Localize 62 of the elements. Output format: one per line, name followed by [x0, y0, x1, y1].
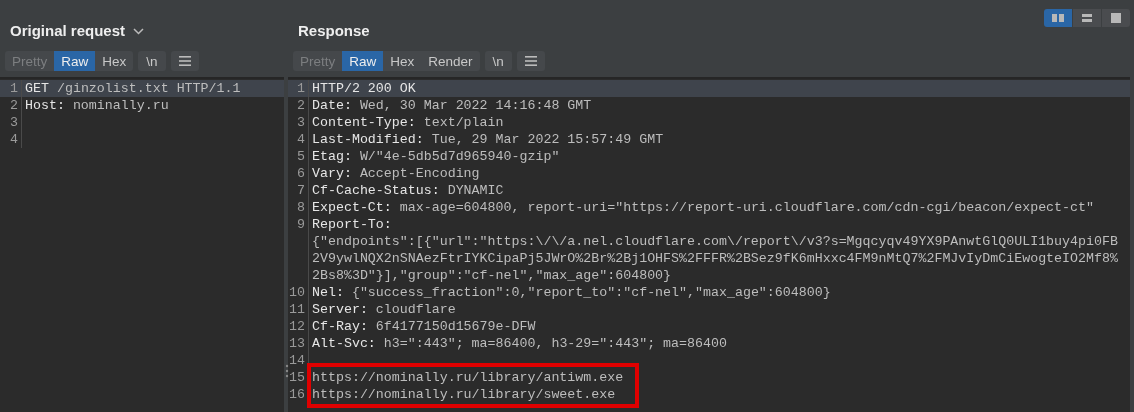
square-icon [1109, 13, 1123, 23]
single-pane-layout-button[interactable] [1102, 9, 1130, 27]
menu-icon [524, 56, 537, 66]
editor-panel[interactable]: 1 GET /ginzolist.txt HTTP/1.1 2 Host: nominally.ru 3 4 [0, 77, 284, 412]
panel-title: Response [298, 22, 370, 40]
line-number: 3 [288, 114, 309, 131]
code-line: Vary: Accept-Encoding [312, 166, 480, 181]
code-line: {"endpoints":[{"url":"https:\/\/a.nel.cloudflare.com\/report\/v3?s=Mgqcyqv49YX9PAnwtGlQ0ULI1buy4pi0FB [312, 234, 1118, 249]
line-number: 6 [288, 165, 309, 182]
code-line: Host: nominally.ru [25, 98, 169, 113]
line-number: 2 [288, 97, 309, 114]
line-number: 15 [288, 369, 309, 386]
code-line: Last-Modified: Tue, 29 Mar 2022 15:57:49 GMT [312, 132, 664, 147]
line-number: 4 [288, 131, 309, 148]
line-number: 9 [288, 216, 309, 233]
side-by-side-layout-button[interactable] [1044, 9, 1072, 27]
line-number: 7 [288, 182, 309, 199]
code-line: Date: Wed, 30 Mar 2022 14:16:48 GMT [312, 98, 592, 113]
line-number: 8 [288, 199, 309, 216]
code-line: Nel: {"success_fraction":0,"report_to":"cf-nel","max_age":604800} [312, 285, 831, 300]
line-number: 1 [0, 80, 22, 97]
caret-down-icon[interactable] [133, 28, 145, 35]
line-number: 4 [0, 131, 22, 148]
code-line: https://nominally.ru/library/sweet.exe [312, 387, 616, 402]
code-line: Cf-Ray: 6f4177150d15679e-DFW [312, 319, 536, 334]
line-number: 1 [288, 80, 309, 97]
two-rows-icon [1080, 13, 1094, 23]
line-number: 16 [288, 386, 309, 403]
panel-title: Original request [10, 22, 126, 40]
stacked-layout-button[interactable] [1073, 9, 1101, 27]
menu-button[interactable] [516, 51, 545, 71]
menu-icon [178, 56, 191, 66]
two-columns-icon [1051, 13, 1065, 23]
code-line: Alt-Svc: h3=":443"; ma=86400, h3-29=":443"; ma=86400 [312, 336, 727, 351]
view-tab[interactable]: Hex [383, 51, 422, 71]
newline-toggle-button[interactable]: \n [484, 51, 512, 71]
view-tab[interactable]: Raw [54, 51, 96, 71]
line-number: 12 [288, 318, 309, 335]
view-tab[interactable]: Raw [342, 51, 384, 71]
line-number: 11 [288, 301, 309, 318]
line-number: 3 [0, 114, 22, 131]
code-line: Cf-Cache-Status: DYNAMIC [312, 183, 504, 198]
editor-panel[interactable] [288, 77, 1130, 412]
newline-toggle-button[interactable]: \n [138, 51, 166, 71]
code-line: GET /ginzolist.txt HTTP/1.1 [25, 81, 241, 96]
code-line: 2Bs8%3D"}],"group":"cf-nel","max_age":604800} [312, 268, 672, 283]
menu-button[interactable] [170, 51, 199, 71]
line-number: 2 [0, 97, 22, 114]
code-line: Report-To: [312, 217, 392, 232]
code-line: 2V9ywlNQX2nSNAezFtrIYKCipaPj5JWrO%2Br%2Bj1OHFS%2FFFR%2BSez9fK6mHxxc4FM9nMtQ7%2FMJvIyDmCiEwogteIO2Mf8% [312, 251, 1118, 266]
view-tab[interactable]: Hex [95, 51, 134, 71]
code-line: Etag: W/"4e-5db5d7d965940-gzip" [312, 149, 560, 164]
line-number: 5 [288, 148, 309, 165]
line-number: 13 [288, 335, 309, 352]
line-number: 10 [288, 284, 309, 301]
code-line: Expect-Ct: max-age=604800, report-uri="https://report-uri.cloudflare.com/cdn-cgi/beacon/expect-ct" [312, 200, 1094, 215]
code-line: HTTP/2 200 OK [312, 81, 416, 96]
code-line: Content-Type: text/plain [312, 115, 504, 130]
splitter-handle-icon[interactable] [285, 364, 289, 378]
code-line: https://nominally.ru/library/antiwm.exe [312, 370, 624, 385]
code-line: Server: cloudflare [312, 302, 456, 317]
view-tab[interactable]: Render [421, 51, 480, 71]
